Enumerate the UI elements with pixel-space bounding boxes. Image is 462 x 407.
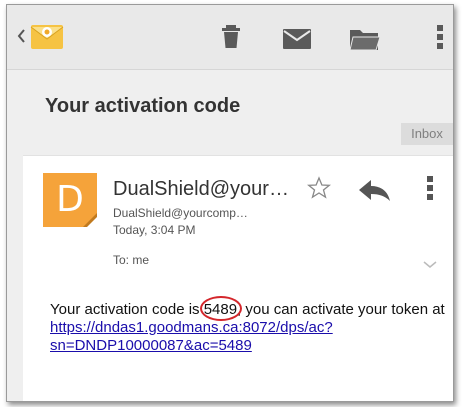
more-options-icon[interactable] [437,25,443,54]
sender-avatar[interactable]: D [43,173,97,227]
email-subject: Your activation code [45,95,241,117]
recipient-line: To: me [113,253,150,267]
highlight-circle [199,296,242,321]
move-to-folder-icon[interactable] [349,28,381,55]
chevron-down-icon[interactable] [423,256,437,274]
message-date: Today, 3:04 PM [113,223,196,237]
activation-link-line1: https://dndas1.goodmans.ca:8072/dps/ac? [50,319,333,336]
message-more-icon[interactable] [427,176,433,205]
delete-icon[interactable] [221,25,241,54]
body-text-suffix: , you can activate your token at [237,301,445,318]
star-icon[interactable] [306,176,332,205]
reply-icon[interactable] [359,180,391,207]
activation-code: 5489 [199,296,242,321]
app-logo-icon[interactable] [29,19,67,60]
email-window: Your activation code Inbox D DualShield@… [6,4,454,402]
sender-name: DualShield@your… [113,178,289,200]
back-arrow-icon[interactable] [17,29,26,48]
inbox-label[interactable]: Inbox [401,123,453,145]
activation-link[interactable]: https://dndas1.goodmans.ca:8072/dps/ac? s… [50,319,333,354]
body-text-prefix: Your activation code is [50,301,204,318]
mark-unread-icon[interactable] [283,29,311,54]
message-card: D DualShield@your… DualShield@yourcomp… … [23,155,453,401]
sender-email: DualShield@yourcomp… [113,206,248,220]
action-bar [7,5,453,70]
avatar-corner-icon [83,213,97,227]
message-body: Your activation code is 5489, you can ac… [50,296,445,355]
activation-link-line2: sn=DNDP10000087&ac=5489 [50,337,252,354]
